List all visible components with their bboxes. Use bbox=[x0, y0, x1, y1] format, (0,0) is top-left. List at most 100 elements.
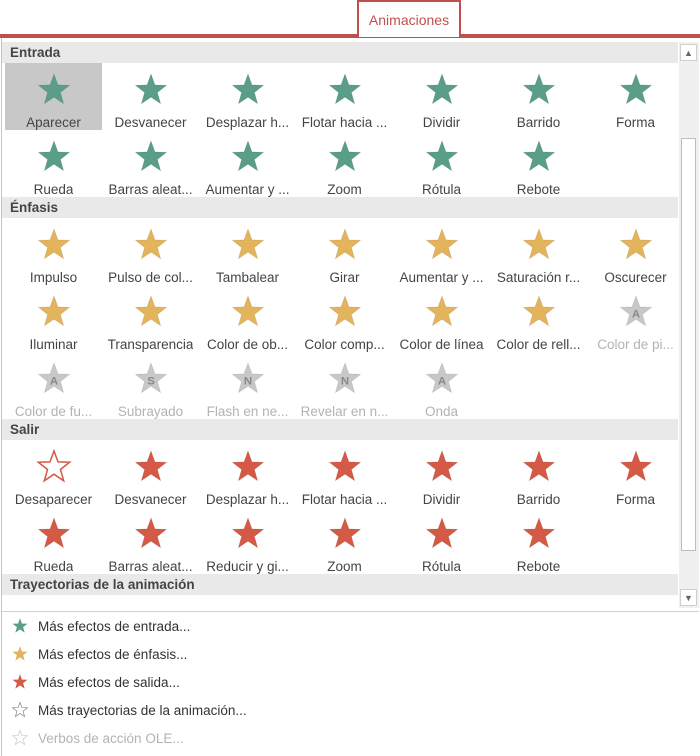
star-zoom-icon bbox=[325, 514, 365, 553]
green-star-icon bbox=[10, 616, 30, 636]
effect-item[interactable]: Rótula bbox=[393, 130, 490, 197]
effects-grid: Desaparecer Desvanecer Desplazar h... Flota… bbox=[2, 440, 678, 574]
effect-label: Rueda bbox=[33, 559, 74, 574]
effect-item[interactable]: Oscurecer bbox=[587, 218, 678, 285]
scroll-up-button[interactable]: ▲ bbox=[680, 44, 697, 61]
effect-item[interactable]: Rebote bbox=[490, 130, 587, 197]
menu-item-label: Más trayectorias de la animación... bbox=[38, 702, 247, 718]
menu-item[interactable]: Más efectos de énfasis... bbox=[2, 640, 699, 668]
star-complementary-icon bbox=[325, 292, 365, 331]
menu-item[interactable]: Más trayectorias de la animación... bbox=[2, 696, 699, 724]
effect-label: Zoom bbox=[327, 182, 362, 197]
menu-item: Verbos de acción OLE... bbox=[2, 724, 699, 752]
yellow-star-icon bbox=[10, 644, 30, 664]
ribbon-tab-bar bbox=[0, 0, 700, 38]
star-disappear-icon bbox=[34, 447, 74, 486]
star-split-icon bbox=[422, 447, 462, 486]
effect-label: Desaparecer bbox=[14, 492, 93, 507]
effect-label: Iluminar bbox=[29, 337, 78, 352]
effect-item[interactable]: Rótula bbox=[393, 507, 490, 574]
effect-item[interactable]: Barrido bbox=[490, 63, 587, 130]
section-header: Entrada bbox=[2, 42, 678, 63]
effect-item[interactable]: Barrido bbox=[490, 440, 587, 507]
effect-label: Revelar en n... bbox=[300, 404, 389, 419]
tab-animaciones[interactable]: Animaciones bbox=[357, 0, 461, 37]
svg-text:S: S bbox=[147, 375, 155, 387]
effect-item[interactable]: Flotar hacia ... bbox=[296, 440, 393, 507]
star-object-color-icon bbox=[228, 292, 268, 331]
star-wipe-icon bbox=[519, 447, 559, 486]
effect-item[interactable]: Iluminar bbox=[5, 285, 102, 352]
star-pulse-icon bbox=[34, 225, 74, 264]
effect-item[interactable]: Aumentar y ... bbox=[393, 218, 490, 285]
effect-item[interactable]: Zoom bbox=[296, 130, 393, 197]
star-wave-icon: A bbox=[422, 359, 462, 398]
star-bars-icon bbox=[131, 514, 171, 553]
effect-item[interactable]: Pulso de col... bbox=[102, 218, 199, 285]
effect-item[interactable]: Dividir bbox=[393, 440, 490, 507]
effect-item[interactable]: Rebote bbox=[490, 507, 587, 574]
star-spin-icon bbox=[325, 225, 365, 264]
effect-item[interactable]: Color de ob... bbox=[199, 285, 296, 352]
effect-item[interactable]: Impulso bbox=[5, 218, 102, 285]
star-darken-icon bbox=[616, 225, 656, 264]
effect-item[interactable]: Saturación r... bbox=[490, 218, 587, 285]
effect-label: Barrido bbox=[516, 492, 561, 507]
effect-label: Rebote bbox=[516, 559, 561, 574]
effect-item[interactable]: Color de rell... bbox=[490, 285, 587, 352]
effect-label: Reducir y gi... bbox=[206, 559, 289, 574]
star-grow-shrink-icon bbox=[422, 225, 462, 264]
effect-item[interactable]: Rueda bbox=[5, 507, 102, 574]
svg-text:N: N bbox=[243, 375, 251, 387]
effect-item[interactable]: Desplazar h... bbox=[199, 440, 296, 507]
menu-item[interactable]: Más efectos de salida... bbox=[2, 668, 699, 696]
svg-text:A: A bbox=[49, 375, 57, 387]
effect-label: Oscurecer bbox=[604, 270, 667, 285]
effect-item[interactable]: Color comp... bbox=[296, 285, 393, 352]
effect-item[interactable]: Aumentar y ... bbox=[199, 130, 296, 197]
effect-label: Color comp... bbox=[304, 337, 385, 352]
star-shape-icon bbox=[616, 447, 656, 486]
effect-label: Transparencia bbox=[107, 337, 194, 352]
star-swivel-icon bbox=[422, 137, 462, 176]
effect-item[interactable]: Zoom bbox=[296, 507, 393, 574]
star-desaturate-icon bbox=[519, 225, 559, 264]
menu-item-label: Más efectos de énfasis... bbox=[38, 646, 188, 662]
animation-gallery: Entrada Aparecer Desvanecer Desplazar h... F… bbox=[2, 42, 678, 608]
star-wheel-icon bbox=[34, 137, 74, 176]
effect-label: Dividir bbox=[422, 115, 461, 130]
effect-item[interactable]: Transparencia bbox=[102, 285, 199, 352]
effect-item[interactable]: Desvanecer bbox=[102, 440, 199, 507]
scroll-thumb[interactable] bbox=[681, 138, 696, 551]
star-underline-icon: S bbox=[131, 359, 171, 398]
effect-label: Color de rell... bbox=[496, 337, 581, 352]
effect-item[interactable]: Barras aleat... bbox=[102, 507, 199, 574]
effect-item[interactable]: Forma bbox=[587, 63, 678, 130]
star-grow-icon bbox=[228, 137, 268, 176]
effect-item[interactable]: Flotar hacia ... bbox=[296, 63, 393, 130]
effect-item[interactable]: Girar bbox=[296, 218, 393, 285]
effect-item[interactable]: Reducir y gi... bbox=[199, 507, 296, 574]
effect-item[interactable]: Dividir bbox=[393, 63, 490, 130]
effect-item[interactable]: Desvanecer bbox=[102, 63, 199, 130]
star-fly-icon bbox=[228, 70, 268, 109]
effect-item[interactable]: Desaparecer bbox=[5, 440, 102, 507]
effect-item[interactable]: Aparecer bbox=[5, 63, 102, 130]
effect-item[interactable]: Rueda bbox=[5, 130, 102, 197]
gallery-scrollbar[interactable]: ▲ ▼ bbox=[679, 42, 699, 608]
section-header: Trayectorias de la animación bbox=[2, 574, 678, 595]
effect-item[interactable]: Barras aleat... bbox=[102, 130, 199, 197]
chevron-up-icon: ▲ bbox=[684, 47, 693, 58]
star-wipe-icon bbox=[519, 70, 559, 109]
effect-item[interactable]: Color de línea bbox=[393, 285, 490, 352]
effect-item[interactable]: Tambalear bbox=[199, 218, 296, 285]
effect-item[interactable]: Desplazar h... bbox=[199, 63, 296, 130]
star-font-color-icon: A bbox=[34, 359, 74, 398]
menu-item[interactable]: Más efectos de entrada... bbox=[2, 612, 699, 640]
scroll-down-button[interactable]: ▼ bbox=[680, 589, 697, 606]
effect-label: Rótula bbox=[421, 182, 462, 197]
star-wheel-icon bbox=[34, 514, 74, 553]
effect-item: S Subrayado bbox=[102, 352, 199, 419]
star-color-pulse-icon bbox=[131, 225, 171, 264]
effect-item[interactable]: Forma bbox=[587, 440, 678, 507]
